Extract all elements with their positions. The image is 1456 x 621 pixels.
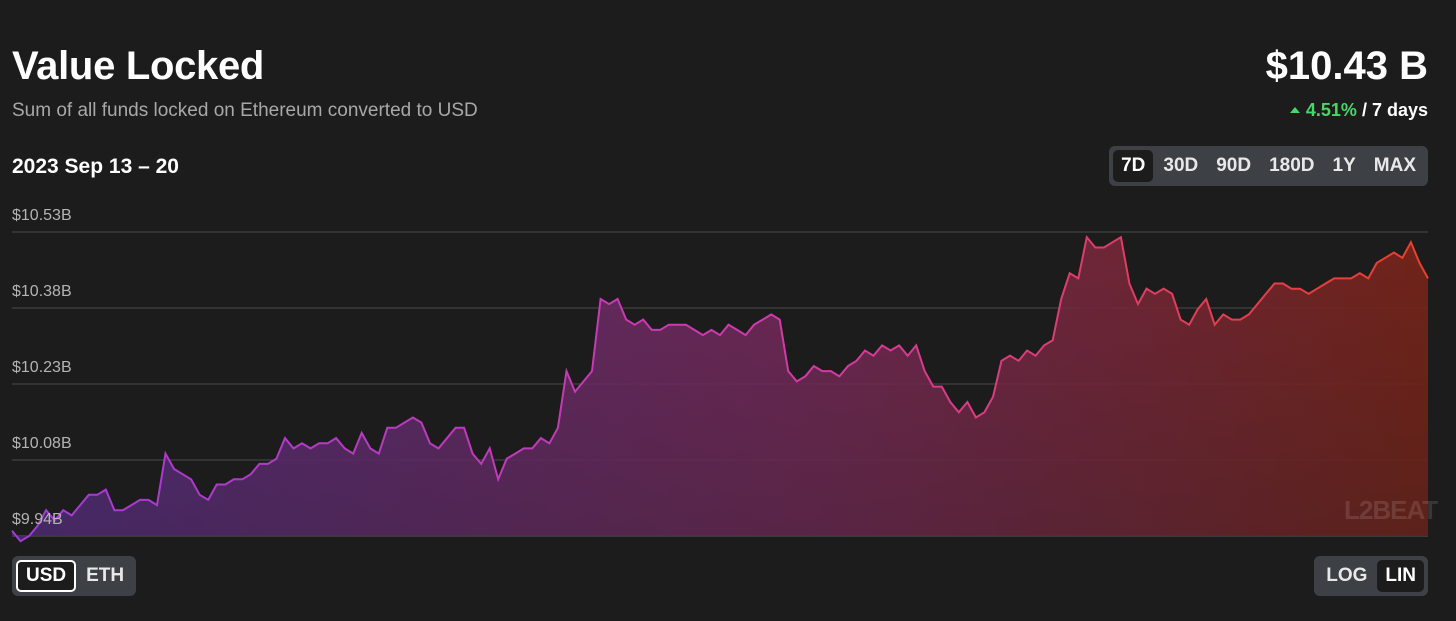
- chart-area-shade: [12, 237, 1428, 542]
- scale-toggle: LOG LIN: [1314, 556, 1428, 596]
- scale-log[interactable]: LOG: [1318, 560, 1375, 592]
- y-tick-label: $10.38B: [12, 283, 72, 300]
- currency-toggle: USD ETH: [12, 556, 137, 596]
- l2beat-watermark-logo: L2BEAT: [1344, 495, 1438, 525]
- y-tick-label: $10.08B: [12, 435, 72, 452]
- y-tick-label: $10.53B: [12, 207, 72, 224]
- currency-usd[interactable]: USD: [16, 560, 77, 592]
- scale-lin[interactable]: LIN: [1377, 560, 1424, 592]
- value-locked-chart: [11, 231, 1429, 543]
- y-tick-label: $10.23B: [12, 359, 72, 376]
- y-tick-label: $9.94B: [12, 511, 63, 528]
- currency-eth[interactable]: ETH: [78, 560, 132, 592]
